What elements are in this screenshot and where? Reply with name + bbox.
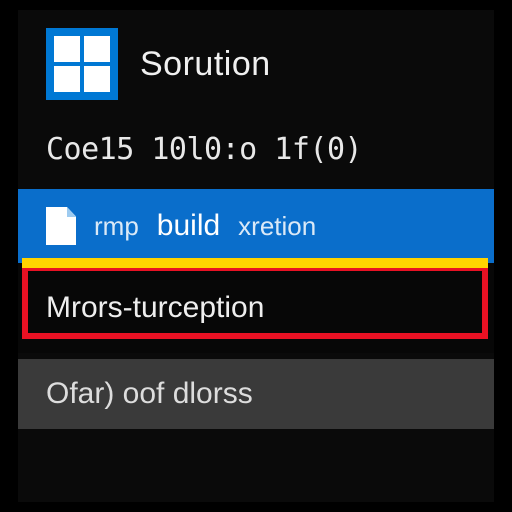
build-prefix: rmp bbox=[94, 211, 139, 242]
code-identifier-line: Coe15 10l0:o 1f(0) bbox=[18, 132, 494, 167]
build-secondary-label: xretion bbox=[238, 211, 316, 242]
warning-strip-icon bbox=[22, 258, 488, 268]
panel-title: Sorution bbox=[140, 45, 271, 84]
panel-header: Sorution bbox=[18, 28, 494, 100]
windows-logo-icon bbox=[46, 28, 118, 100]
build-section-row[interactable]: rmp build xretion bbox=[18, 189, 494, 263]
status-row[interactable]: Ofar) oof dlorss bbox=[18, 359, 494, 429]
solution-panel: Sorution Coe15 10l0:o 1f(0) rmp build xr… bbox=[18, 10, 494, 502]
status-label: Ofar) oof dlorss bbox=[46, 377, 253, 411]
document-icon bbox=[46, 207, 76, 245]
error-label: Mrors-turception bbox=[46, 291, 264, 325]
error-row[interactable]: Mrors-turception bbox=[18, 263, 494, 353]
build-label: build bbox=[157, 209, 220, 243]
